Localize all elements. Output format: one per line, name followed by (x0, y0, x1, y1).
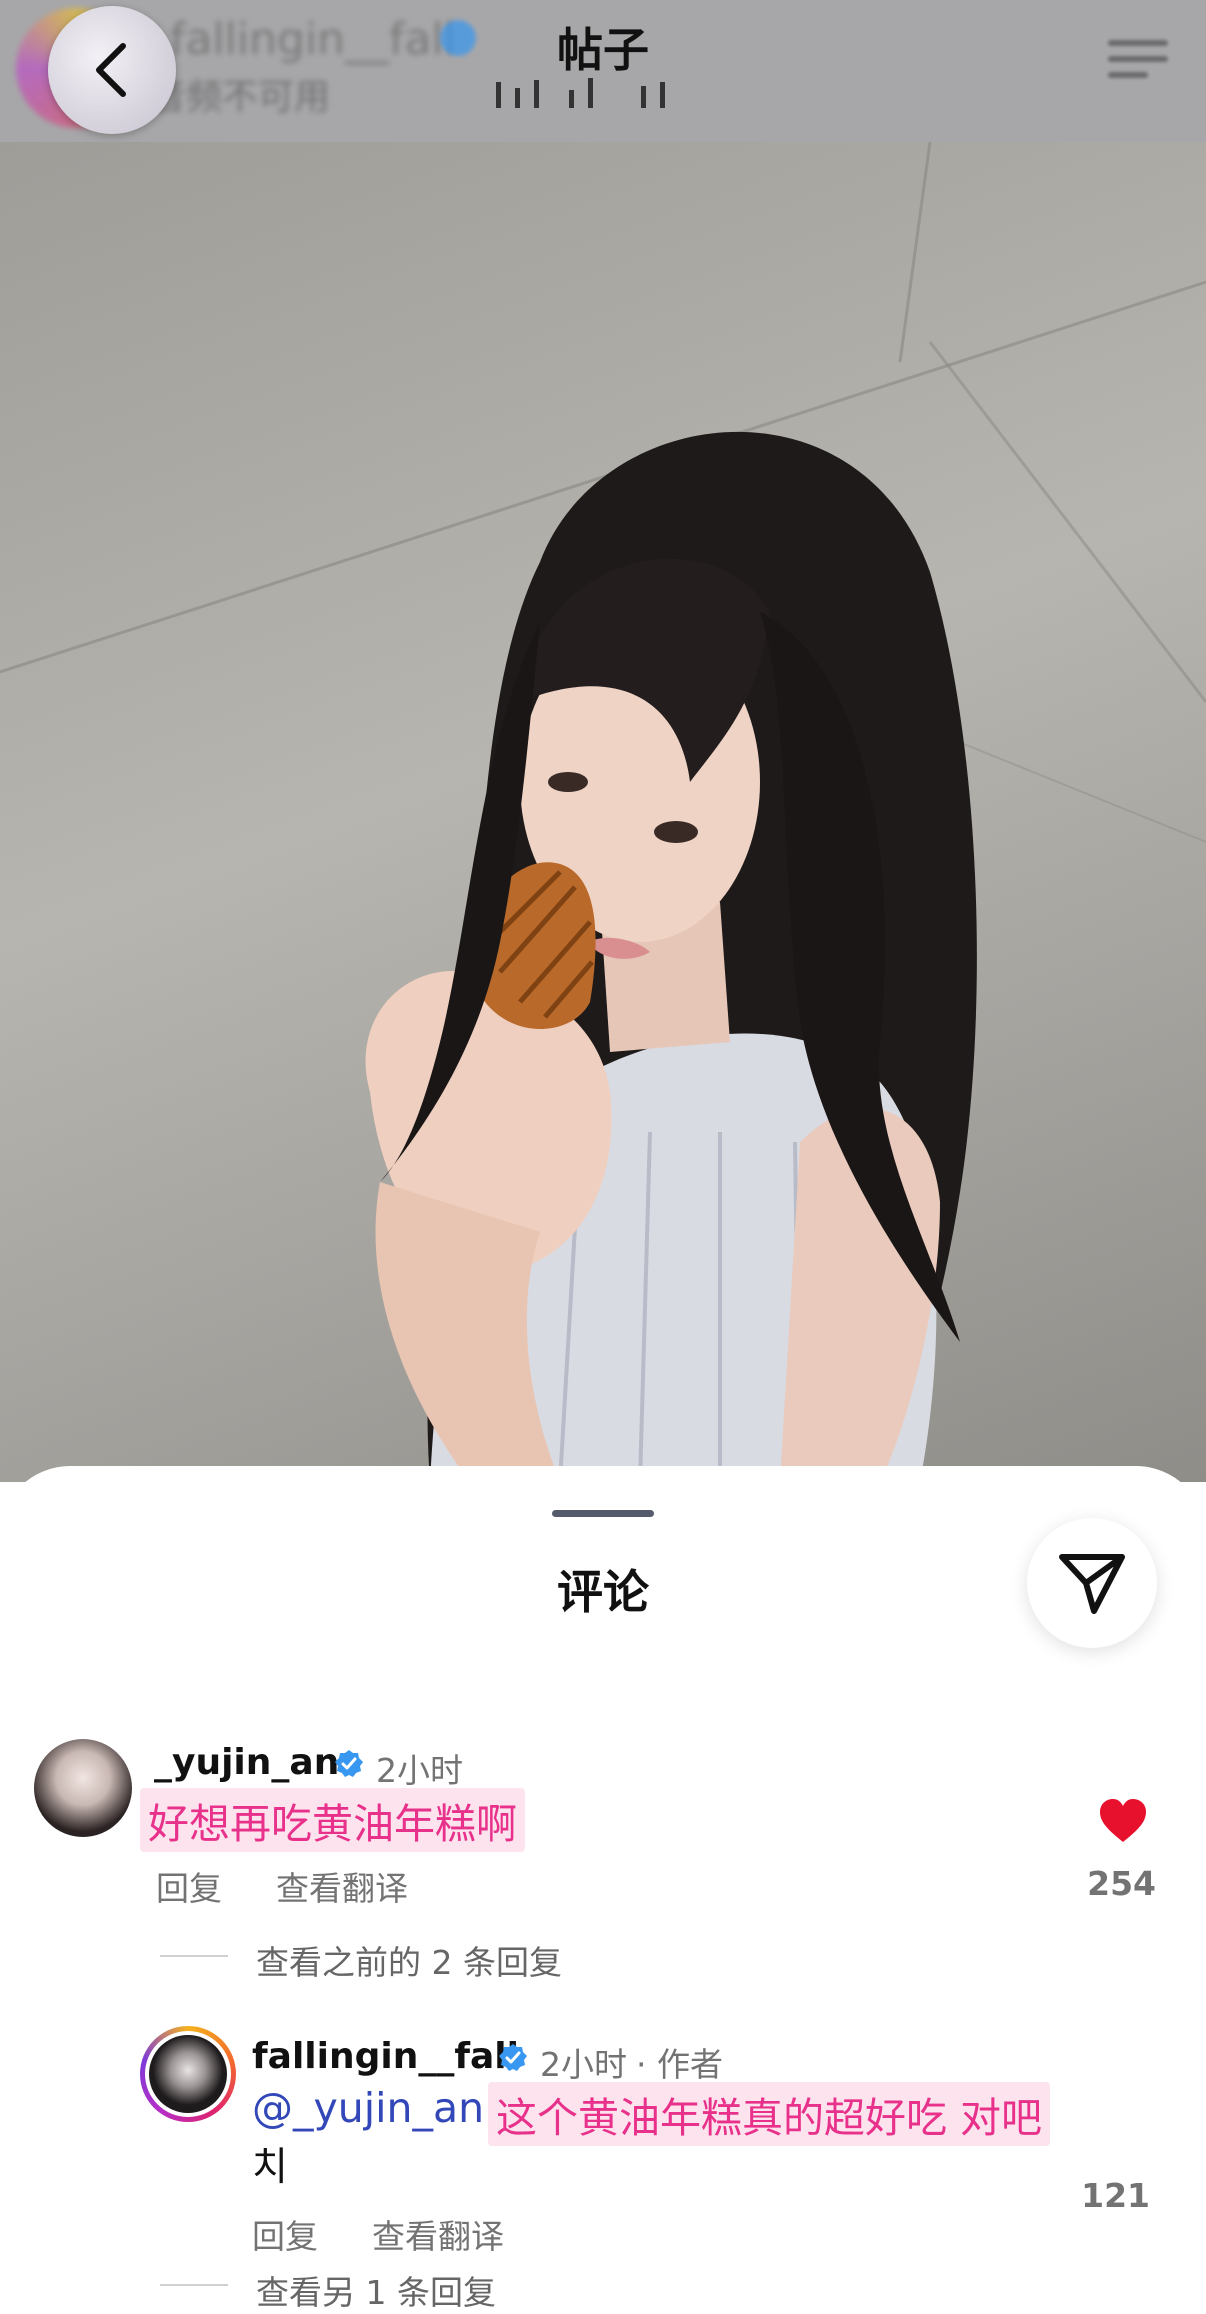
back-button[interactable] (48, 6, 176, 134)
mention-link[interactable]: @_yujin_an (252, 2084, 484, 2132)
comment-text: 好想再吃黄油年糕啊 (140, 1788, 525, 1852)
comment-username[interactable]: fallingin__fall (252, 2036, 519, 2077)
translate-button[interactable]: 查看翻译 (276, 1862, 408, 1910)
translate-button[interactable]: 查看翻译 (372, 2210, 504, 2258)
page-title: 帖子 (557, 23, 649, 77)
comment-time: 2小时 (540, 2045, 627, 2084)
like-count: 121 (1081, 2176, 1150, 2215)
comment-username[interactable]: _yujin_an (154, 1742, 339, 1783)
comment-text-line2: 치 (252, 2145, 288, 2190)
view-replies-button[interactable]: 查看另 1 条回复 (256, 2266, 496, 2314)
view-replies-button[interactable]: 查看之前的 2 条回复 (256, 1936, 562, 1984)
reply-button[interactable]: 回复 (156, 1862, 222, 1910)
audio-waveform (496, 78, 679, 110)
author-tag: · 作者 (636, 2045, 723, 2084)
comment-time: 2小时 (376, 1751, 463, 1790)
drag-handle[interactable] (552, 1510, 654, 1517)
heart-icon[interactable] (1098, 1798, 1148, 1844)
comment-text: 这个黄油年糕真的超好吃 对吧 (488, 2082, 1051, 2146)
top-bar: fallingin__fall 音频不可用 帖子 (0, 0, 1206, 142)
verified-badge-icon (335, 1750, 363, 1777)
comments-title: 评论 (557, 1565, 649, 1619)
replies-divider (160, 2284, 228, 2286)
like-count: 254 (1087, 1864, 1156, 1903)
share-button[interactable] (1027, 1518, 1157, 1648)
avatar[interactable] (34, 1739, 132, 1837)
post-photo[interactable] (0, 142, 1206, 1482)
reply-button[interactable]: 回复 (252, 2210, 318, 2258)
comments-sheet: 评论 _yujin_an 2小时 好想再吃黄油年糕啊 回复 查看翻译 254 查… (0, 1466, 1206, 2313)
avatar-story-ring[interactable] (140, 2026, 236, 2122)
replies-divider (160, 1955, 228, 1957)
menu-icon[interactable] (1108, 40, 1168, 80)
back-chevron-icon (96, 43, 126, 97)
post-photo-illustration (0, 142, 1206, 1482)
share-send-icon (1059, 1554, 1125, 1614)
avatar (149, 2035, 227, 2113)
verified-badge-icon (499, 2044, 527, 2071)
